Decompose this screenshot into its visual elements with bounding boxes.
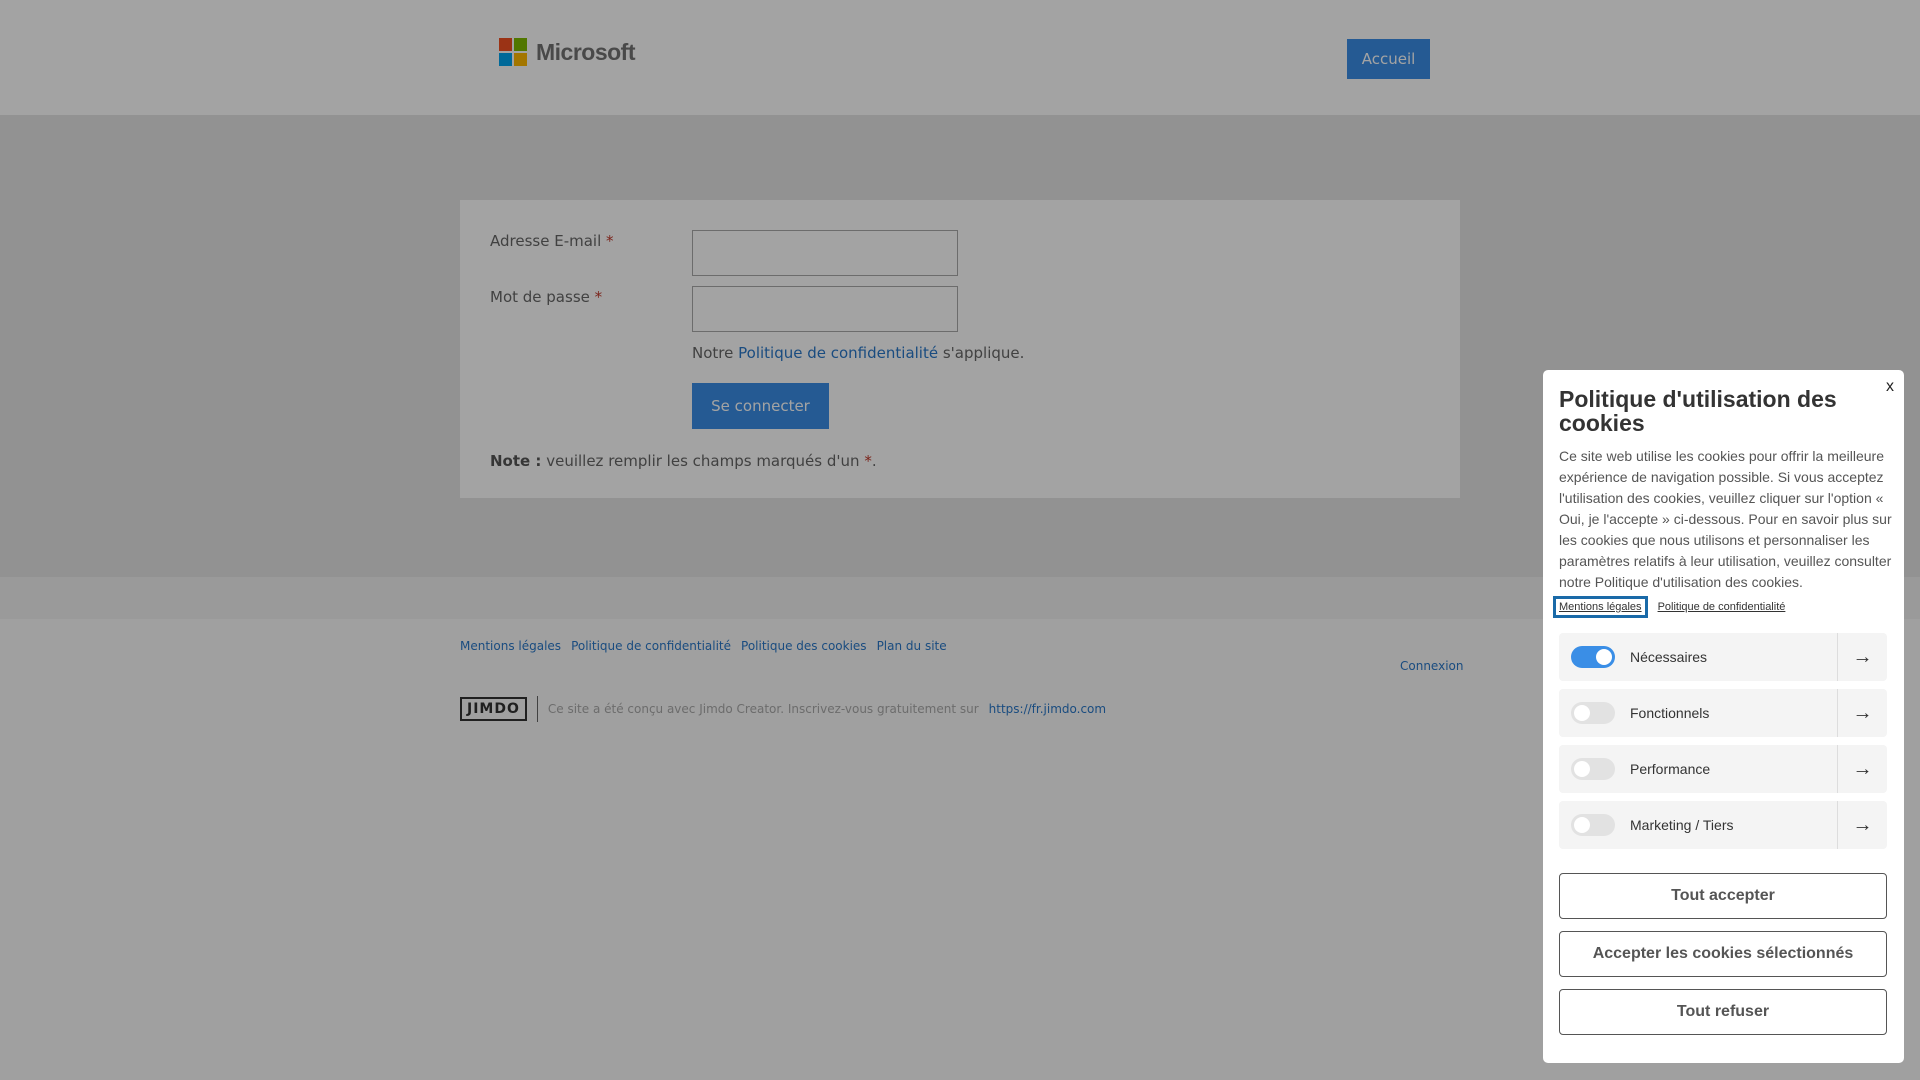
arrow-right-icon[interactable]: → [1837, 745, 1887, 793]
arrow-right-icon[interactable]: → [1837, 801, 1887, 849]
toggle-functional[interactable] [1571, 702, 1615, 724]
toggle-marketing[interactable] [1571, 814, 1615, 836]
cookie-title: Politique d'utilisation des cookies [1559, 386, 1837, 436]
cookie-links: Mentions légales Politique de confidenti… [1553, 596, 1789, 618]
close-button[interactable]: x [1886, 378, 1894, 396]
category-performance: Performance → [1559, 745, 1887, 793]
accept-selected-button[interactable]: Accepter les cookies sélectionnés [1559, 931, 1887, 977]
category-label: Marketing / Tiers [1630, 817, 1734, 833]
category-label: Nécessaires [1630, 649, 1708, 665]
cookie-dialog: x Politique d'utilisation des cookies Ce… [1543, 370, 1904, 1063]
category-functional: Fonctionnels → [1559, 689, 1887, 737]
cookie-description: Ce site web utilise les cookies pour off… [1559, 448, 1892, 590]
category-label: Performance [1630, 761, 1711, 777]
category-label: Fonctionnels [1630, 705, 1710, 721]
arrow-right-icon[interactable]: → [1837, 689, 1887, 737]
cookie-link-privacy[interactable]: Politique de confidentialité [1655, 599, 1789, 615]
accept-all-button[interactable]: Tout accepter [1559, 873, 1887, 919]
cookie-link-legal[interactable]: Mentions légales [1553, 596, 1648, 618]
refuse-all-button[interactable]: Tout refuser [1559, 989, 1887, 1035]
toggle-necessary[interactable] [1571, 646, 1615, 668]
category-marketing: Marketing / Tiers → [1559, 801, 1887, 849]
category-necessary: Nécessaires → [1559, 633, 1887, 681]
arrow-right-icon[interactable]: → [1837, 633, 1887, 681]
toggle-performance[interactable] [1571, 758, 1615, 780]
